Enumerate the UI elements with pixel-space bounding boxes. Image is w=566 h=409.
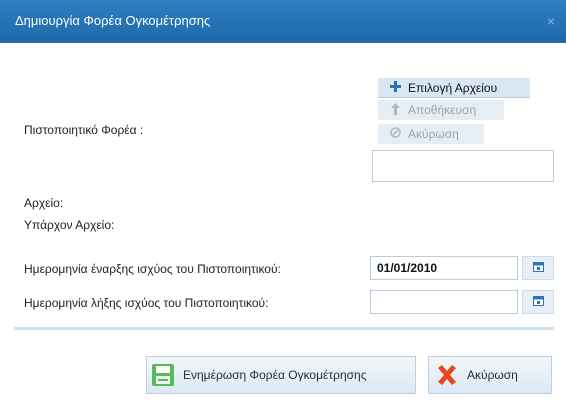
close-icon[interactable]: × (544, 14, 558, 28)
create-vendor-dialog: Δημιουργία Φορέα Ογκομέτρησης × Επιλογή … (0, 0, 566, 409)
dialog-title: Δημιουργία Φορέα Ογκομέτρησης (15, 13, 211, 28)
select-file-button[interactable]: Επιλογή Αρχείου (378, 78, 530, 98)
start-date-label: Ημερομηνία έναρξης ισχύος του Πιστοποιητ… (24, 262, 281, 276)
cancel-label: Ακύρωση (467, 368, 518, 382)
file-drop-box[interactable] (372, 150, 554, 182)
start-date-calendar-button[interactable] (522, 256, 554, 280)
save-file-label: Αποθήκευση (408, 103, 477, 117)
cancel-file-button[interactable]: Ακύρωση (378, 124, 484, 144)
end-date-label: Ημερομηνία λήξης ισχύος του Πιστοποιητικ… (24, 296, 269, 310)
cancel-file-label: Ακύρωση (408, 127, 459, 141)
certificate-label: Πιστοποιητικό Φορέα : (24, 123, 144, 137)
select-file-label: Επιλογή Αρχείου (408, 80, 498, 95)
close-x-icon (435, 363, 459, 387)
calendar-icon (532, 261, 544, 275)
save-icon (151, 363, 175, 387)
existing-file-label: Υπάρχον Αρχείο: (24, 218, 115, 232)
update-vendor-button[interactable]: Ενημέρωση Φορέα Ογκομέτρησης (146, 356, 416, 394)
cancel-button[interactable]: Ακύρωση (428, 356, 552, 394)
upload-icon (388, 102, 402, 118)
calendar-icon (532, 295, 544, 309)
plus-icon (388, 80, 402, 95)
footer-divider (14, 327, 554, 330)
save-file-button[interactable]: Αποθήκευση (378, 100, 504, 120)
dialog-titlebar: Δημιουργία Φορέα Ογκομέτρησης × (0, 0, 566, 43)
cancel-circle-icon (388, 127, 402, 141)
end-date-input[interactable] (370, 290, 518, 314)
file-label: Αρχείο: (24, 196, 64, 210)
update-vendor-label: Ενημέρωση Φορέα Ογκομέτρησης (183, 368, 367, 382)
start-date-input[interactable]: 01/01/2010 (370, 256, 518, 280)
end-date-calendar-button[interactable] (522, 290, 554, 314)
